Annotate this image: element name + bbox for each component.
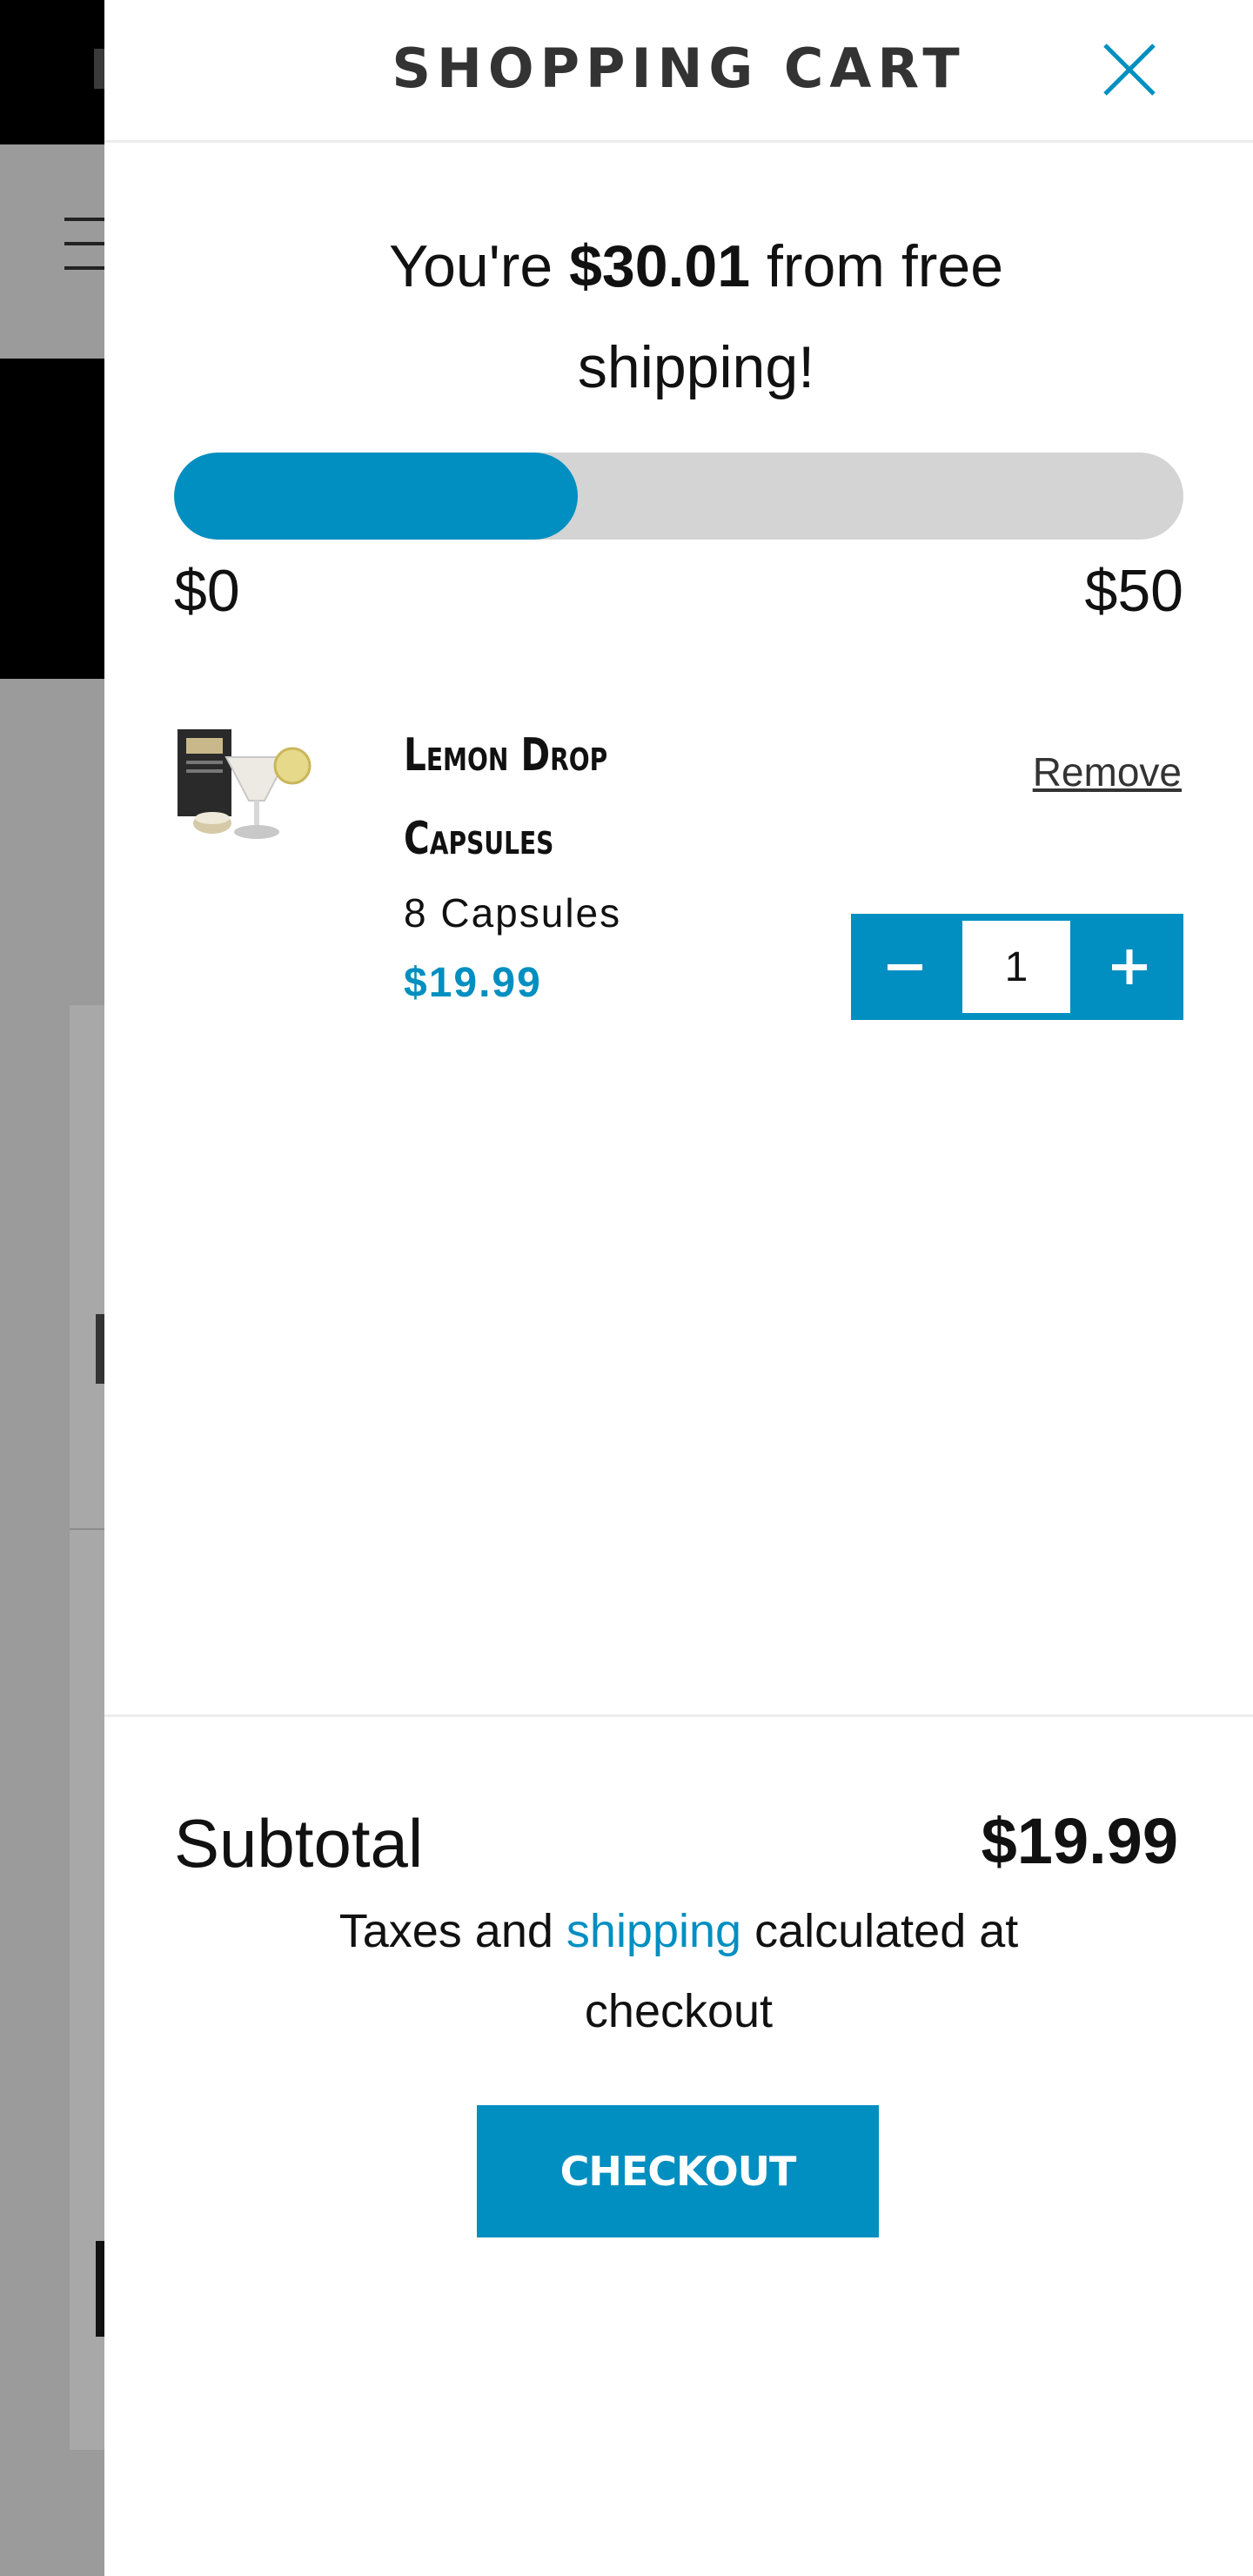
product-variant: 8 Capsules (404, 890, 622, 936)
subtotal-label: Subtotal (174, 1805, 424, 1882)
progress-max-label: $50 (1084, 558, 1183, 624)
free-shipping-amount: $30.01 (569, 233, 751, 299)
remove-item-link[interactable]: Remove (1033, 748, 1182, 795)
subtotal-value: $19.99 (981, 1805, 1178, 1877)
free-shipping-prefix: You're (388, 233, 570, 299)
progress-fill (174, 453, 578, 540)
background-image-fragment (96, 2241, 104, 2337)
tax-note: Taxes and shipping calculated at checkou… (252, 1891, 1105, 2051)
drawer-header: SHOPPING CART (104, 0, 1253, 143)
product-name[interactable]: Lemon Drop Capsules (404, 714, 675, 881)
free-shipping-progress-bar (174, 453, 1183, 540)
product-price: $19.99 (404, 960, 542, 1006)
drawer-title: SHOPPING CART (392, 37, 966, 100)
shipping-link[interactable]: shipping (566, 1905, 741, 1957)
background-image-fragment (96, 1314, 104, 1384)
minus-icon[interactable] (851, 914, 959, 1020)
free-shipping-message: You're $30.01 from free shipping! (278, 216, 1114, 418)
product-thumbnail[interactable] (174, 721, 320, 851)
quantity-input[interactable] (962, 921, 1070, 1013)
progress-min-label: $0 (174, 558, 240, 624)
quantity-stepper (851, 914, 1183, 1020)
cart-footer: Subtotal $19.99 Taxes and shipping calcu… (104, 1714, 1253, 2576)
plus-icon[interactable] (1075, 914, 1183, 1020)
close-icon[interactable] (1102, 42, 1157, 97)
cart-drawer: SHOPPING CART You're $30.01 from free sh… (104, 0, 1253, 2576)
tax-note-prefix: Taxes and (338, 1905, 566, 1957)
checkout-button[interactable]: CHECKOUT (477, 2105, 879, 2237)
